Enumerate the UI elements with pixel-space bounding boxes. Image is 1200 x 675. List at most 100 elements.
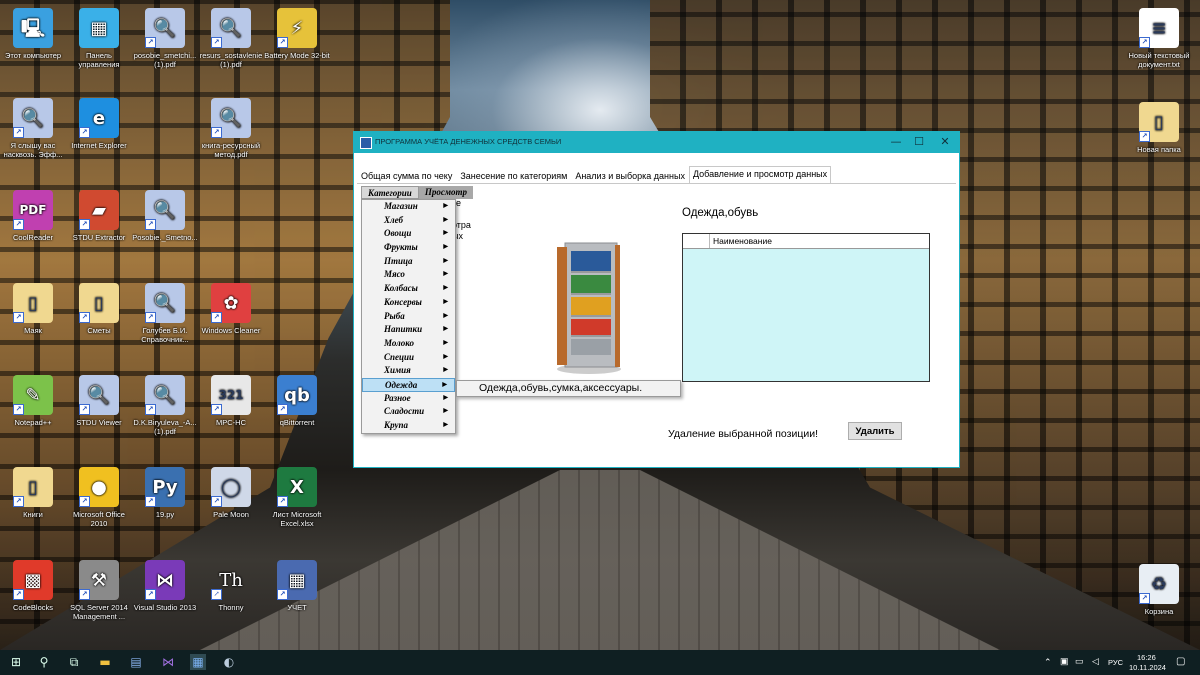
dropdown-item-15[interactable]: Сладости ▶ [362,405,455,419]
menu-view[interactable]: Просмотр [418,186,473,199]
minimize-button[interactable]: — [885,135,907,149]
task-view-icon[interactable]: ⧉ [66,654,82,670]
desktop-icon-19[interactable]: qb ↗ qBittorrent [264,375,330,427]
submenu-arrow-icon: ▶ [443,353,448,360]
shortcut-arrow-icon: ↗ [79,127,90,138]
desktop-icon-24[interactable]: X ↗ Лист Microsoft Excel.xlsx [264,467,330,528]
desktop-icon-17[interactable]: 🔍 ↗ D.K.Biryuleva_-A...(1).pdf [132,375,198,436]
desktop-icon-15[interactable]: ✎ ↗ Notepad++ [0,375,66,427]
desktop-icon-29[interactable]: ▦ ↗ УЧЕТ [264,560,330,612]
desktop-icon-12[interactable]: ▯ ↗ Сметы [66,283,132,335]
tab-strip: Общая сумма по чеку Занесение по категор… [357,166,832,184]
desktop-icon-label: Internet Explorer [71,141,127,150]
python-icon: Py ↗ [145,467,185,507]
window-title: ПРОГРАММА УЧЁТА ДЕНЕЖНЫХ СРЕДСТВ СЕМЬИ [375,137,562,146]
desktop-icon-21[interactable]: ● ↗ Microsoft Office 2010 [66,467,132,528]
desktop-icon-16[interactable]: 🔍 ↗ STDU Viewer [66,375,132,427]
dropdown-item-label: Одежда [385,379,418,390]
battery-tray-icon[interactable]: ▭ [1075,656,1084,667]
tray-chevron-icon[interactable]: ⌃ [1044,657,1052,668]
desktop-icon-8[interactable]: PDF ↗ CoolReader [0,190,66,242]
desktop-icon-27[interactable]: ⋈ ↗ Visual Studio 2013 [132,560,198,612]
desktop-icon-label: SQL Server 2014 Management ... [70,603,128,621]
tray-app-icon[interactable]: ▣ [1060,656,1069,667]
dropdown-item-9[interactable]: Напитки ▶ [362,323,455,337]
submenu-arrow-icon: ▶ [443,408,448,415]
desktop-icon-4[interactable]: ⚡ ↗ Battery Mode 32-bit [264,8,330,60]
desktop-icon-3[interactable]: 🔍 ↗ resurs_sostavlenie (1).pdf [198,8,264,69]
desktop-icon-18[interactable]: 321 ↗ MPC-HC [198,375,264,427]
desktop-icon-11[interactable]: ▯ ↗ Маяк [0,283,66,335]
tab-total-receipt[interactable]: Общая сумма по чеку [357,168,456,184]
close-button[interactable]: ✕ [934,135,956,149]
desktop-icon-0[interactable]: 🖳 Этот компьютер [0,8,66,60]
desktop-icon-9[interactable]: ▰ ↗ STDU Extractor [66,190,132,242]
folder-icon: ▯ ↗ [13,467,53,507]
desktop-icon-10[interactable]: 🔍 ↗ Posobie._Smetno... [132,190,198,242]
desktop-icon-label: Голубев Б.И. Справочник... [141,326,189,344]
dropdown-item-12[interactable]: Химия ▶ [362,364,455,378]
menu-categories[interactable]: Категории [361,186,419,199]
submenu-arrow-icon: ▶ [443,298,448,305]
dropdown-item-14[interactable]: Разное ▶ [362,392,455,406]
notifications-icon[interactable]: ▢ [1176,656,1185,667]
dropdown-item-7[interactable]: Консервы ▶ [362,296,455,310]
desktop-icon-31[interactable]: ▯ ↗ Новая папка [1126,102,1192,154]
visual-studio-taskbar-icon[interactable]: ⋈ [160,654,176,670]
dropdown-item-0[interactable]: Магазин ▶ [362,200,455,214]
file-explorer-icon[interactable]: ▬ [97,654,113,670]
search-icon[interactable]: ⚲ [36,654,52,670]
desktop-icon-13[interactable]: 🔍 ↗ Голубев Б.И. Справочник... [132,283,198,344]
dropdown-item-8[interactable]: Рыба ▶ [362,310,455,324]
desktop-icon-32[interactable]: ♻ ↗ Корзина [1126,564,1192,616]
dropdown-item-4[interactable]: Птица ▶ [362,255,455,269]
desktop-icon-30[interactable]: ≡ ↗ Новый текстовый документ.txt [1126,8,1192,69]
desktop-icon-23[interactable]: ◯ ↗ Pale Moon [198,467,264,519]
dropdown-item-13[interactable]: Одежда ▶ [362,377,455,392]
desktop-icon-5[interactable]: 🔍 ↗ Я слышу вас насквозь. Эфф... [0,98,66,159]
desktop-icon-28[interactable]: Th ↗ Thonny [198,560,264,612]
desktop-icon-1[interactable]: ▦ Панель управления [66,8,132,69]
shortcut-arrow-icon: ↗ [79,496,90,507]
dropdown-item-6[interactable]: Колбасы ▶ [362,282,455,296]
dropdown-item-3[interactable]: Фрукты ▶ [362,241,455,255]
clock-date[interactable]: 10.11.2024 [1129,663,1166,672]
desktop-icon-7[interactable]: 🔍 ↗ книга-ресурсный метод.pdf [198,98,264,159]
items-grid[interactable]: Наименование [682,233,930,382]
desktop-icon-6[interactable]: e ↗ Internet Explorer [66,98,132,150]
extractor-icon: ▰ ↗ [79,190,119,230]
submenu-item-clothing[interactable]: Одежда,обувь,сумка,аксессуары. [456,380,681,397]
delete-button[interactable]: Удалить [848,422,902,440]
dropdown-item-5[interactable]: Мясо ▶ [362,268,455,282]
office-icon: ● ↗ [79,467,119,507]
desktop-icon-22[interactable]: Py ↗ 19.py [132,467,198,519]
language-indicator[interactable]: РУС [1108,658,1123,667]
dropdown-item-2[interactable]: Овощи ▶ [362,227,455,241]
dropdown-item-16[interactable]: Крупа ▶ [362,419,455,433]
start-icon[interactable]: ⊞ [8,654,24,670]
submenu-arrow-icon: ▶ [443,271,448,278]
volume-icon[interactable]: ◁ [1092,656,1099,667]
shortcut-arrow-icon: ↗ [145,37,156,48]
desktop-icon-20[interactable]: ▯ ↗ Книги [0,467,66,519]
pale-moon-taskbar-icon[interactable]: ◐ [221,654,237,670]
shortcut-arrow-icon: ↗ [13,127,24,138]
maximize-button[interactable]: ☐ [908,135,930,149]
column-header-name[interactable]: Наименование [710,234,929,248]
tab-entry-by-category[interactable]: Занесение по категориям [456,168,571,184]
title-bar[interactable]: ПРОГРАММА УЧЁТА ДЕНЕЖНЫХ СРЕДСТВ СЕМЬИ —… [354,132,959,153]
tab-add-view-data[interactable]: Добавление и просмотр данных [688,166,832,184]
desktop-icon-26[interactable]: ⚒ ↗ SQL Server 2014 Management ... [66,560,132,621]
desktop-icon-14[interactable]: ✿ ↗ Windows Cleaner [198,283,264,335]
dropdown-item-11[interactable]: Специи ▶ [362,351,455,365]
notepad-icon: ✎ ↗ [13,375,53,415]
uchet-app-taskbar-icon[interactable]: ▦ [190,654,206,670]
desktop-icon-2[interactable]: 🔍 ↗ posobie_smetchi...(1).pdf [132,8,198,69]
desktop-icon-25[interactable]: ▩ ↗ CodeBlocks [0,560,66,612]
pdf-search-icon: 🔍 ↗ [13,98,53,138]
clock-time[interactable]: 16:26 [1137,653,1156,662]
tab-analysis[interactable]: Анализ и выборка данных [571,168,689,184]
dropdown-item-1[interactable]: Хлеб ▶ [362,214,455,228]
dropdown-item-10[interactable]: Молоко ▶ [362,337,455,351]
notepad-taskbar-icon[interactable]: ▤ [128,654,144,670]
